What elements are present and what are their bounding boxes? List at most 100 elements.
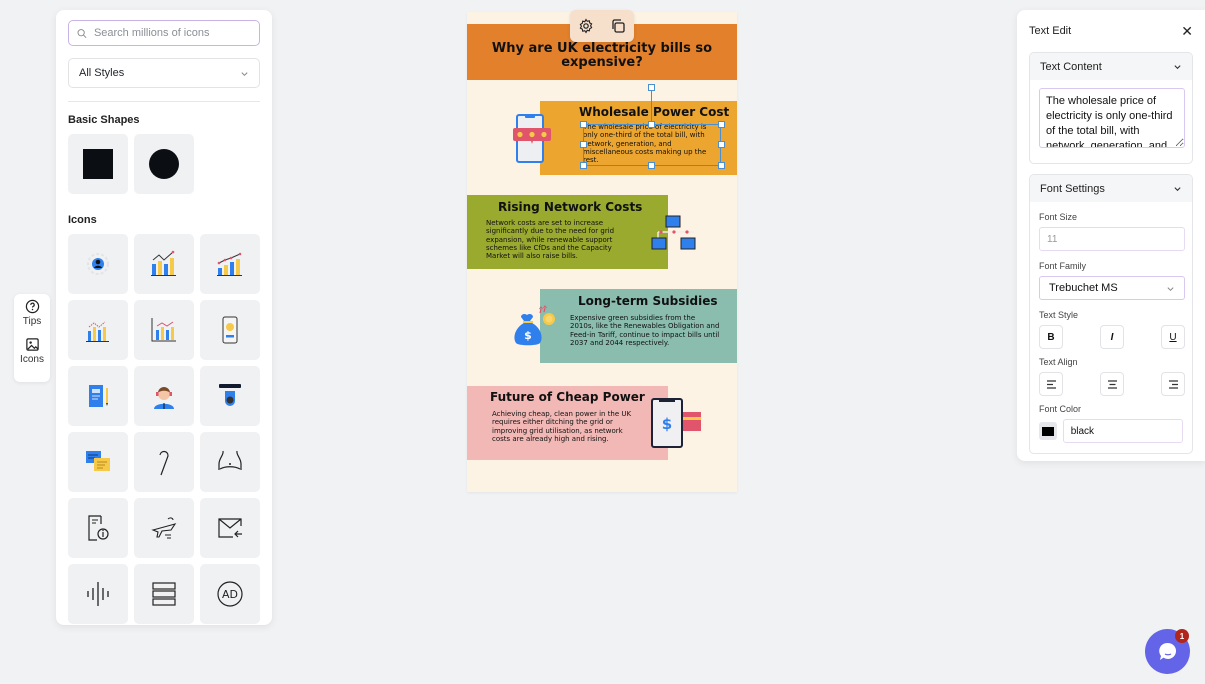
icon-tile-bar-chart-line[interactable] [68,300,128,360]
bar-chart-trend-icon [151,250,176,276]
text-content-label: Text Content [1040,60,1102,73]
resize-handle-s[interactable] [648,162,655,169]
shape-circle[interactable] [134,134,194,194]
icon-tile-security-camera[interactable] [200,366,260,426]
icon-tile-bar-chart-axis[interactable] [134,300,194,360]
font-family-value: Trebuchet MS [1049,282,1118,294]
align-right-button[interactable] [1161,372,1185,396]
resize-handle-nw[interactable] [580,121,587,128]
tips-button[interactable]: Tips [23,299,41,327]
help-circle-icon [25,299,39,314]
icons-grid: AD [68,234,260,624]
chat-bubble-icon [1158,642,1176,660]
block-body[interactable]: Expensive green subsidies from the 2010s… [570,314,720,347]
align-center-button[interactable] [1100,372,1124,396]
bar-chart-growth-icon [217,252,242,276]
block-rising-network-costs[interactable]: Rising Network Costs Network costs are s… [467,195,668,269]
sound-wave-icon [87,582,109,606]
security-camera-icon [219,384,241,406]
rotate-line [651,91,652,124]
svg-text:$: $ [524,329,532,342]
search-input[interactable] [93,27,251,39]
icon-tile-belly[interactable] [200,432,260,492]
chat-bubbles-icon [86,451,110,471]
font-settings-toggle[interactable]: Font Settings [1030,175,1192,202]
font-color-input[interactable]: black [1062,419,1183,443]
user-gear-icon [87,253,109,275]
icons-button[interactable]: Icons [20,337,44,365]
style-select-value: All Styles [79,67,125,79]
left-rail: Tips Icons [14,294,50,382]
icon-tile-mail-incoming[interactable] [200,498,260,558]
font-size-input[interactable]: 11 [1039,227,1185,251]
bold-button[interactable]: B [1039,325,1063,349]
support-agent-icon [154,387,174,409]
divider [68,101,260,102]
font-family-select[interactable]: Trebuchet MS [1039,276,1185,300]
style-select[interactable]: All Styles [68,58,260,88]
resize-handle-n[interactable] [648,121,655,128]
block-long-term-subsidies[interactable]: Long-term Subsidies Expensive green subs… [540,289,737,363]
resize-handle-sw[interactable] [580,162,587,169]
phone-rating-icon [513,114,551,163]
font-settings-label: Font Settings [1040,182,1105,195]
shape-square[interactable] [68,134,128,194]
block-heading[interactable]: Long-term Subsidies [578,294,718,308]
selection-box[interactable] [583,124,721,166]
resize-handle-se[interactable] [718,162,725,169]
text-style-row: B I U [1039,325,1185,349]
icon-tile-chat-bubbles[interactable] [68,432,128,492]
search-icon [77,28,87,38]
resize-handle-e[interactable] [718,141,725,148]
icon-tile-airplane[interactable] [134,498,194,558]
align-center-icon [1107,379,1117,389]
infographic-title[interactable]: Why are UK electricity bills so expensiv… [487,42,717,70]
icon-tile-bar-chart-trend[interactable] [134,234,194,294]
infographic-page[interactable]: Why are UK electricity bills so expensiv… [467,10,737,492]
svg-text:AD: AD [222,588,238,601]
square-icon [83,149,113,179]
duplicate-icon[interactable] [610,18,626,34]
italic-button[interactable]: I [1100,325,1124,349]
gear-icon[interactable] [578,18,594,34]
align-left-button[interactable] [1039,372,1063,396]
resize-handle-ne[interactable] [718,121,725,128]
chevron-down-icon [241,71,248,76]
icon-tile-document-info[interactable] [68,498,128,558]
text-content-input[interactable]: The wholesale price of electricity is on… [1039,88,1185,148]
icon-tile-stacked-bars[interactable] [134,564,194,624]
icon-tile-support-agent[interactable] [134,366,194,426]
ad-badge-icon: AD [217,581,243,607]
icon-tile-sound-wave[interactable] [68,564,128,624]
resize-handle-w[interactable] [580,141,587,148]
block-heading[interactable]: Rising Network Costs [498,200,642,214]
icon-tile-cane[interactable] [134,432,194,492]
icons-title: Icons [68,214,97,226]
rotate-handle[interactable] [648,84,655,91]
icon-tile-bar-chart-growth[interactable] [200,234,260,294]
block-heading[interactable]: Future of Cheap Power [490,390,645,404]
underline-button[interactable]: U [1161,325,1185,349]
text-edit-title: Text Edit [1029,25,1072,37]
icon-tile-user-gear[interactable] [68,234,128,294]
text-edit-header: Text Edit ✕ [1029,10,1193,52]
stacked-bars-icon [152,582,176,606]
block-body[interactable]: Achieving cheap, clean power in the UK r… [492,410,632,443]
icon-tile-ad-badge[interactable]: AD [200,564,260,624]
block-body[interactable]: Network costs are set to increase signif… [486,219,626,260]
bar-chart-line-icon [86,321,109,342]
block-heading[interactable]: Wholesale Power Cost [579,105,729,119]
font-color-swatch[interactable] [1039,422,1057,440]
svg-text:$: $ [662,415,672,433]
basic-shapes-grid [68,134,260,194]
block-future-of-cheap-power[interactable]: Future of Cheap Power Achieving cheap, c… [467,386,668,460]
icon-tile-notebook-pencil[interactable] [68,366,128,426]
notification-badge: 1 [1175,629,1189,643]
align-left-icon [1046,379,1056,389]
text-content-toggle[interactable]: Text Content [1030,53,1192,80]
icon-tile-mobile-payment[interactable] [200,300,260,360]
text-style-label: Text Style [1039,310,1079,320]
icon-search[interactable] [68,20,260,46]
font-color-row: black [1039,419,1183,443]
close-icon[interactable]: ✕ [1181,23,1193,40]
